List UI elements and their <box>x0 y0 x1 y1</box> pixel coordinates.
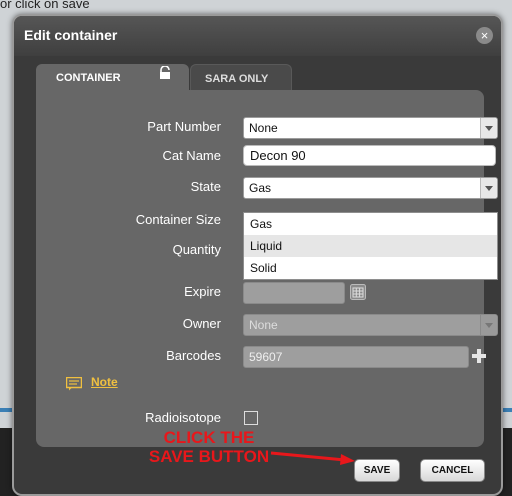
container-panel: Part Number None Cat Name Decon 90 State… <box>36 90 498 447</box>
chevron-down-icon <box>480 118 497 138</box>
owner-label: Owner <box>182 316 221 331</box>
barcodes-value: 59607 <box>249 350 283 364</box>
radioisotope-checkbox[interactable] <box>244 411 258 425</box>
state-value: Gas <box>249 181 272 195</box>
annotation-arrow-icon <box>270 451 355 465</box>
lock-icon <box>160 66 170 79</box>
owner-value: None <box>249 318 278 332</box>
expire-label: Expire <box>184 284 221 299</box>
state-option-gas[interactable]: Gas <box>244 213 497 235</box>
barcodes-input[interactable]: 59607 <box>243 346 469 368</box>
chevron-down-icon <box>480 315 497 335</box>
state-dropdown-list: Gas Liquid Solid <box>243 212 498 280</box>
part-number-value: None <box>249 121 278 135</box>
calendar-icon[interactable] <box>350 284 366 300</box>
tab-sara-only-label: SARA ONLY <box>205 73 269 85</box>
note-icon <box>66 377 82 391</box>
state-option-solid[interactable]: Solid <box>244 257 497 279</box>
barcodes-label: Barcodes <box>166 348 221 363</box>
cat-name-input[interactable]: Decon 90 <box>243 145 496 166</box>
edit-container-dialog: Edit container × CONTAINER SARA ONLY Par… <box>12 14 503 496</box>
save-button[interactable]: SAVE <box>354 459 400 482</box>
container-size-label: Container Size <box>135 212 221 227</box>
quantity-label: Quantity <box>172 242 221 257</box>
state-option-label: Liquid <box>250 239 283 253</box>
dialog-title: Edit container <box>24 27 118 43</box>
annotation-line-1: CLICK THE <box>163 428 255 447</box>
state-label: State <box>190 179 221 194</box>
state-option-label: Gas <box>250 217 273 231</box>
chevron-down-icon <box>480 178 497 198</box>
click-save-annotation: CLICK THE SAVE BUTTON <box>139 428 279 466</box>
state-select[interactable]: Gas <box>243 177 498 199</box>
plus-icon[interactable] <box>472 349 486 363</box>
dialog-titlebar: Edit container × <box>14 16 501 56</box>
cancel-button[interactable]: CANCEL <box>420 459 485 482</box>
background-instruction-text: or click on save <box>0 0 90 11</box>
expire-input[interactable] <box>243 282 345 304</box>
state-option-liquid[interactable]: Liquid <box>244 235 497 257</box>
cat-name-value: Decon 90 <box>250 148 306 163</box>
radioisotope-label: Radioisotope <box>145 410 221 425</box>
annotation-line-2: SAVE BUTTON <box>148 447 270 466</box>
part-number-select[interactable]: None <box>243 117 498 139</box>
state-option-label: Solid <box>250 261 277 275</box>
close-button[interactable]: × <box>476 27 493 44</box>
tab-container-label: CONTAINER <box>56 72 121 84</box>
owner-select[interactable]: None <box>243 314 498 336</box>
tab-sara-only[interactable]: SARA ONLY <box>190 64 292 92</box>
tab-container[interactable]: CONTAINER <box>36 64 189 91</box>
cat-name-label: Cat Name <box>162 148 221 163</box>
close-icon: × <box>480 28 489 43</box>
note-link[interactable]: Note <box>91 375 118 389</box>
part-number-label: Part Number <box>147 119 221 134</box>
